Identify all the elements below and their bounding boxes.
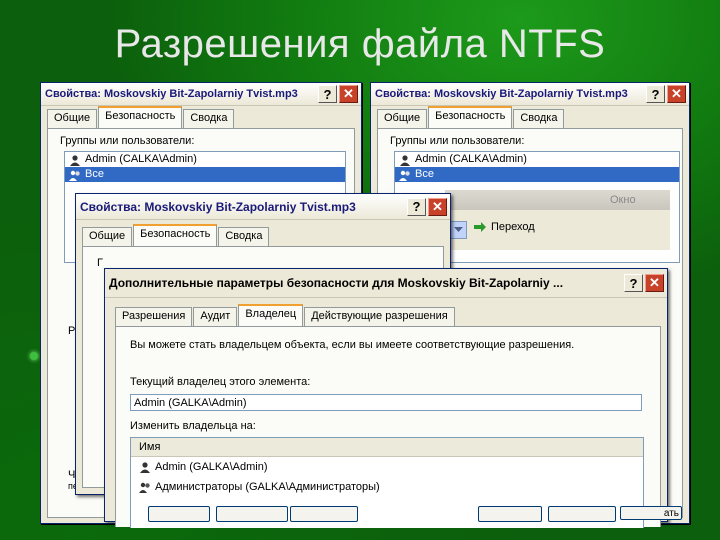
tab-strip: Общие Безопасность Сводка: [41, 106, 361, 129]
advanced-security-dialog: Дополнительные параметры безопасности дл…: [104, 268, 668, 528]
change-owner-label: Изменить владельца на:: [130, 420, 256, 432]
window-label: Окно: [610, 194, 636, 206]
user-name: Все: [415, 168, 434, 180]
help-button[interactable]: ?: [318, 85, 337, 103]
owner-name: Администраторы (GALKA\Администраторы): [155, 480, 380, 493]
go-button[interactable]: Переход: [473, 221, 535, 233]
owner-panel: Вы можете стать владельцем объекта, если…: [115, 326, 661, 528]
tab-security[interactable]: Безопасность: [98, 106, 183, 129]
title-bar: Свойства: Moskovskiy Bit-Zapolarniy Tvis…: [371, 83, 689, 106]
ok-button[interactable]: [478, 506, 542, 522]
current-owner-field: Admin (GALKA\Admin): [130, 394, 642, 411]
tab-effective-permissions[interactable]: Действующие разрешения: [304, 307, 455, 326]
user-icon: [400, 154, 410, 166]
list-item[interactable]: Admin (GALKA\Admin): [131, 457, 643, 477]
tab-general[interactable]: Общие: [377, 109, 428, 128]
user-name: Admin (CALKA\Admin): [85, 153, 197, 165]
bullet-dot: [30, 352, 38, 360]
window-title: Свойства: Moskovskiy Bit-Zapolarniy Tvis…: [45, 88, 298, 100]
cancel-button[interactable]: [216, 506, 288, 522]
current-owner-label: Текущий владелец этого элемента:: [130, 376, 311, 388]
cancel-button[interactable]: [548, 506, 616, 522]
tab-summary[interactable]: Сводка: [513, 109, 565, 128]
owner-info-text: Вы можете стать владельцем объекта, если…: [130, 339, 575, 351]
list-item[interactable]: Администраторы (GALKA\Администраторы): [131, 477, 643, 497]
list-item[interactable]: Все: [65, 167, 345, 182]
tab-permissions[interactable]: Разрешения: [115, 307, 193, 326]
tab-strip: Общие Безопасность Сводка: [76, 220, 450, 247]
group-icon: [399, 170, 410, 181]
dropdown-arrow-box[interactable]: [449, 221, 467, 239]
title-bar: Свойства: Moskovskiy Bit-Zapolarniy Tvis…: [76, 194, 450, 220]
tab-general[interactable]: Общие: [82, 227, 133, 246]
tab-strip: Разрешения Аудит Владелец Действующие ра…: [105, 298, 667, 327]
help-button[interactable]: ?: [407, 197, 426, 216]
tab-security[interactable]: Безопасность: [428, 106, 513, 129]
help-button[interactable]: ?: [646, 85, 665, 103]
list-item[interactable]: Admin (CALKA\Admin): [395, 152, 679, 167]
close-button[interactable]: ✕: [645, 274, 664, 292]
partial-label: Г: [97, 257, 103, 269]
go-label: Переход: [491, 221, 535, 233]
list-item[interactable]: Admin (CALKA\Admin): [65, 152, 345, 167]
user-icon: [140, 462, 150, 473]
tab-audit[interactable]: Аудит: [193, 307, 238, 326]
window-band: [445, 190, 670, 210]
slide-title: Разрешения файла NTFS: [114, 22, 606, 66]
title-bar: Свойства: Moskovskiy Bit-Zapolarniy Tvis…: [41, 83, 361, 106]
tab-security[interactable]: Безопасность: [133, 224, 218, 247]
ok-button[interactable]: [148, 506, 210, 522]
list-item[interactable]: Все: [395, 167, 679, 182]
apply-button[interactable]: ать: [620, 506, 682, 520]
tab-general[interactable]: Общие: [47, 109, 98, 128]
title-bar: Дополнительные параметры безопасности дл…: [105, 269, 667, 298]
help-button[interactable]: ?: [624, 274, 643, 292]
tab-summary[interactable]: Сводка: [183, 109, 235, 128]
user-name: Все: [85, 168, 104, 180]
window-title: Дополнительные параметры безопасности дл…: [109, 276, 564, 290]
group-icon: [139, 482, 150, 493]
arrow-right-icon: [474, 222, 486, 232]
window-title: Свойства: Moskovskiy Bit-Zapolarniy Tvis…: [80, 199, 356, 214]
owner-name: Admin (GALKA\Admin): [155, 460, 268, 473]
user-name: Admin (CALKA\Admin): [415, 153, 527, 165]
tab-owner[interactable]: Владелец: [238, 304, 304, 327]
close-button[interactable]: ✕: [339, 85, 358, 103]
column-header-name[interactable]: Имя: [131, 438, 643, 457]
apply-label: ать: [663, 508, 679, 519]
window-title: Свойства: Moskovskiy Bit-Zapolarniy Tvis…: [375, 88, 628, 100]
groups-label: Группы или пользователи:: [60, 135, 195, 147]
tab-summary[interactable]: Сводка: [218, 227, 270, 246]
chevron-down-icon: [453, 227, 463, 232]
group-icon: [69, 170, 80, 181]
close-button[interactable]: ✕: [428, 197, 447, 216]
apply-button[interactable]: [290, 506, 358, 522]
tab-strip: Общие Безопасность Сводка: [371, 106, 689, 129]
close-button[interactable]: ✕: [667, 85, 686, 103]
groups-label: Группы или пользователи:: [390, 135, 525, 147]
explorer-background: Окно Переход: [445, 190, 670, 250]
user-icon: [70, 154, 80, 166]
